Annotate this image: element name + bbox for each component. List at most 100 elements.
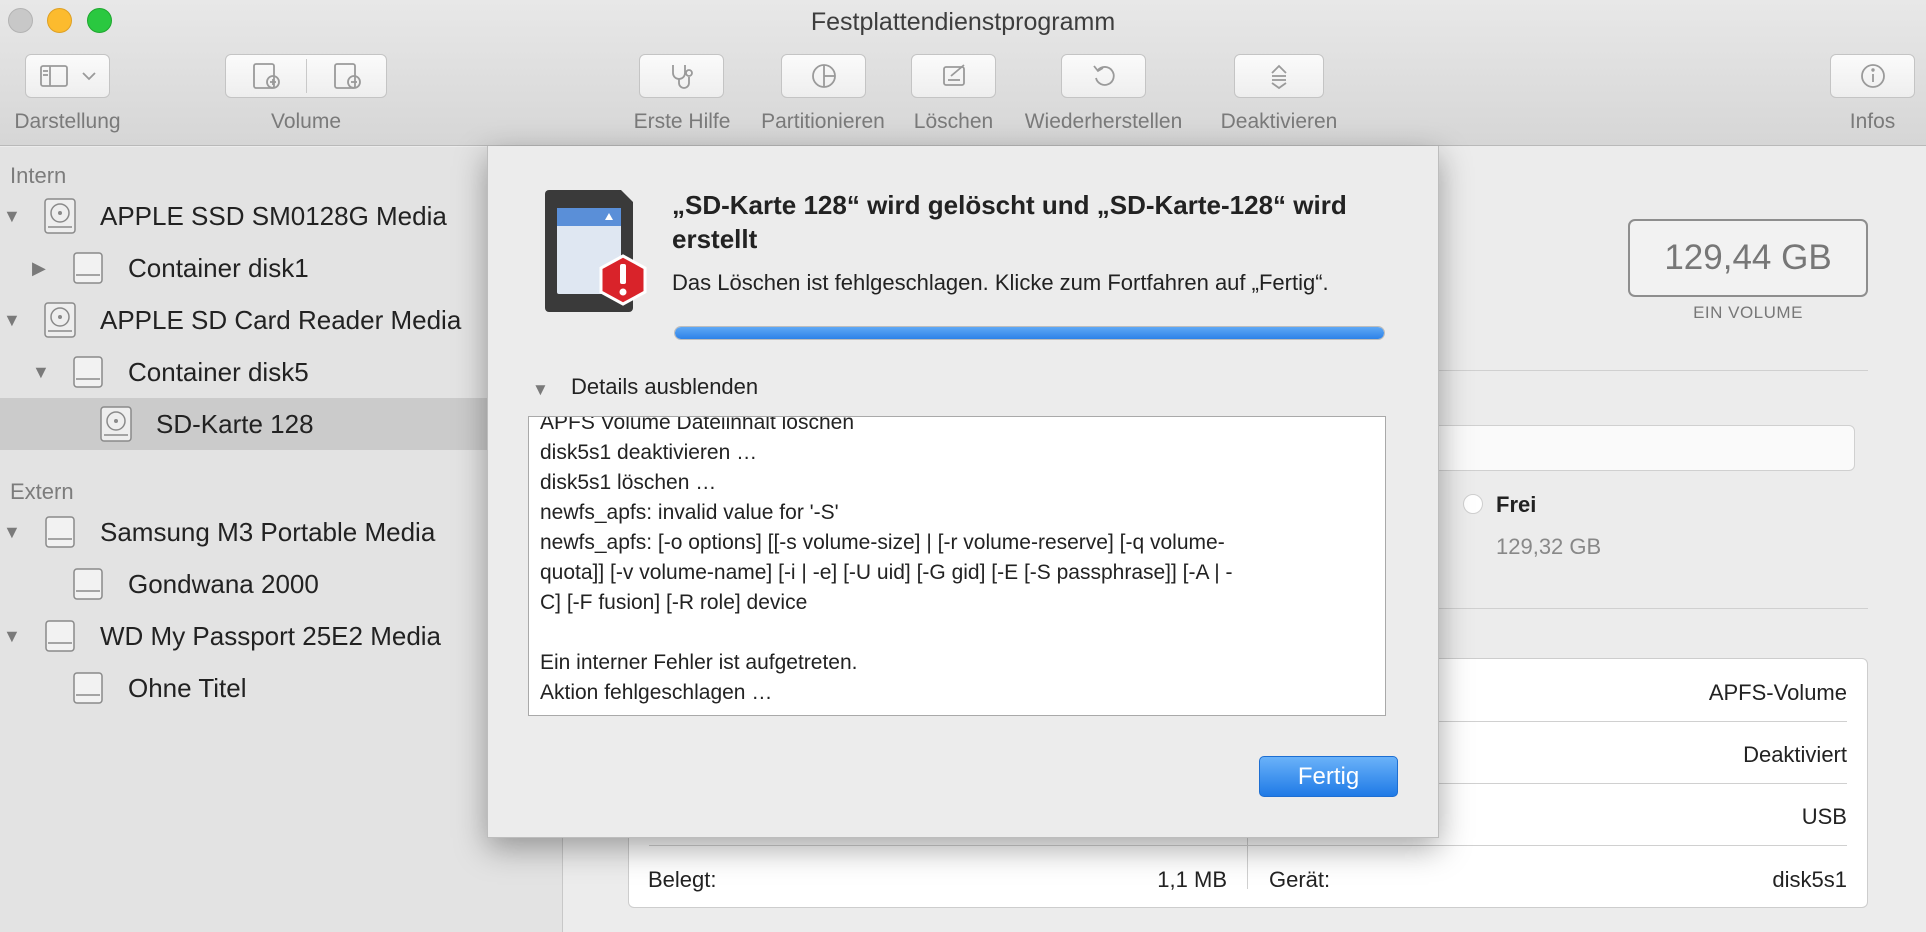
erase-dialog: „SD-Karte 128“ wird gelöscht und „SD-Kar… — [487, 146, 1439, 838]
partition-icon — [811, 64, 836, 88]
used-value: 1,1 MB — [1157, 867, 1227, 892]
sidebar-item-ohne-titel[interactable]: Ohne Titel — [0, 662, 563, 714]
done-button[interactable]: Fertig — [1259, 756, 1398, 797]
restore-icon — [1092, 65, 1115, 86]
remove-volume-button[interactable] — [307, 55, 387, 97]
toolbar: Festplattendienstprogramm Darstellung Vo… — [0, 0, 1926, 146]
disclosure-expanded-icon[interactable]: ▼ — [3, 522, 21, 543]
view-label: Darstellung — [14, 110, 121, 133]
disclosure-expanded-icon[interactable]: ▼ — [532, 380, 549, 400]
restore-button[interactable] — [1061, 54, 1146, 98]
volume-button-group — [225, 54, 387, 98]
external-disk-icon — [45, 620, 75, 652]
info-button[interactable] — [1830, 54, 1915, 98]
divider — [1430, 608, 1868, 609]
sidebar-item-container-disk5[interactable]: ▼ Container disk5 — [0, 346, 563, 398]
restore-label: Wiederherstellen — [1024, 110, 1183, 133]
free-value: 129,32 GB — [1496, 534, 1602, 559]
sidebar-item-samsung[interactable]: ▼ Samsung M3 Portable Media — [0, 506, 563, 558]
progress-bar — [674, 326, 1385, 340]
capacity-subtitle: EIN VOLUME — [1693, 303, 1803, 322]
sidebar-item-label: SD-Karte 128 — [156, 409, 314, 439]
device-value: disk5s1 — [1772, 867, 1847, 892]
sidebar-item-label: Container disk5 — [128, 357, 309, 387]
erase-button[interactable] — [911, 54, 996, 98]
add-volume-button[interactable] — [226, 55, 306, 97]
divider — [1430, 370, 1868, 371]
details-toggle[interactable]: Details ausblenden — [571, 374, 758, 400]
sidebar: Intern ▼ APPLE SSD SM0128G Media ▶ Conta… — [0, 147, 563, 932]
unmount-button[interactable] — [1234, 54, 1324, 98]
log-line: Ein interner Fehler ist aufgetreten. — [540, 651, 858, 674]
sidebar-icon — [39, 65, 68, 87]
used-label: Belegt: — [648, 867, 717, 892]
log-line: newfs_apfs: invalid value for '-S' — [540, 501, 839, 524]
capacity-display: 129,44 GB — [1628, 219, 1868, 297]
stethoscope-icon — [671, 65, 693, 89]
sidebar-item-label: Samsung M3 Portable Media — [100, 517, 436, 547]
disclosure-expanded-icon[interactable]: ▼ — [3, 626, 21, 647]
internal-disk-icon — [44, 302, 76, 338]
disclosure-expanded-icon[interactable]: ▼ — [32, 362, 50, 383]
sidebar-item-label: APPLE SSD SM0128G Media — [100, 201, 447, 231]
volume-type-value: APFS-Volume — [1708, 680, 1847, 705]
log-content: APFS Volume Dateiinhalt löschen disk5s1 d… — [540, 416, 1372, 708]
usage-bar — [1430, 425, 1855, 471]
volume-disk-icon — [73, 356, 103, 388]
sidebar-item-label: Gondwana 2000 — [128, 569, 319, 599]
disclosure-expanded-icon[interactable]: ▼ — [3, 206, 21, 227]
first-aid-label: Erste Hilfe — [633, 110, 731, 133]
erase-icon — [942, 64, 965, 86]
volume-label: Volume — [270, 110, 342, 133]
free-legend-dot — [1463, 494, 1483, 514]
info-icon — [1860, 64, 1885, 88]
volume-disk-icon — [73, 252, 103, 284]
chevron-down-icon — [81, 72, 96, 81]
sidebar-item-label: Container disk1 — [128, 253, 309, 283]
sidebar-header-extern: Extern — [10, 479, 74, 504]
first-aid-button[interactable] — [639, 54, 724, 98]
log-line: newfs_apfs: [-o options] [[-s volume-siz… — [540, 531, 1225, 554]
partition-button[interactable] — [781, 54, 866, 98]
info-label: Infos — [1849, 110, 1896, 133]
log-line: APFS Volume Dateiinhalt löschen — [540, 416, 855, 434]
unmount-label: Deaktivieren — [1220, 110, 1338, 133]
view-button[interactable] — [25, 54, 110, 98]
partition-label: Partitionieren — [761, 110, 885, 133]
log-line: disk5s1 deaktivieren … — [540, 441, 758, 464]
device-label: Gerät: — [1269, 867, 1331, 892]
free-label: Frei — [1496, 492, 1537, 517]
log-line: disk5s1 löschen … — [540, 471, 717, 494]
sidebar-item-container-disk1[interactable]: ▶ Container disk1 — [0, 242, 563, 294]
sidebar-item-label: APPLE SD Card Reader Media — [100, 305, 462, 335]
connection-value: USB — [1801, 804, 1847, 829]
log-line: Aktion fehlgeschlagen … — [540, 681, 773, 704]
mount-status-value: Deaktiviert — [1743, 742, 1847, 767]
sidebar-item-sd-karte-128[interactable]: SD-Karte 128 — [0, 398, 563, 450]
disclosure-collapsed-icon[interactable]: ▶ — [32, 258, 46, 279]
window-title: Festplattendienstprogramm — [810, 8, 1116, 36]
remove-volume-icon — [334, 63, 361, 89]
sidebar-item-gondwana[interactable]: Gondwana 2000 — [0, 558, 563, 610]
dialog-message: Das Löschen ist fehlgeschlagen. Klicke z… — [672, 270, 1329, 295]
sidebar-item-wd-passport[interactable]: ▼ WD My Passport 25E2 Media — [0, 610, 563, 662]
details-log[interactable]: APFS Volume Dateiinhalt löschen disk5s1 d… — [528, 416, 1386, 716]
dialog-title: „SD-Karte 128“ wird gelöscht und „SD-Kar… — [672, 190, 1347, 254]
volume-disk-icon — [73, 672, 103, 704]
volume-disk-icon — [73, 568, 103, 600]
eject-icon — [1271, 64, 1287, 90]
progress-fill — [675, 327, 1384, 339]
internal-disk-icon — [44, 198, 76, 234]
sidebar-item-apple-ssd[interactable]: ▼ APPLE SSD SM0128G Media — [0, 190, 563, 242]
erase-label: Löschen — [913, 110, 994, 133]
add-volume-icon — [253, 63, 280, 89]
sidebar-item-label: Ohne Titel — [128, 673, 247, 703]
internal-disk-icon — [100, 406, 132, 442]
log-line: C] [-F fusion] [-R role] device — [540, 591, 808, 614]
disclosure-expanded-icon[interactable]: ▼ — [3, 310, 21, 331]
sidebar-item-label: WD My Passport 25E2 Media — [100, 621, 442, 651]
sd-card-warning-icon — [545, 190, 647, 312]
sidebar-item-sd-card-reader[interactable]: ▼ APPLE SD Card Reader Media — [0, 294, 563, 346]
external-disk-icon — [45, 516, 75, 548]
